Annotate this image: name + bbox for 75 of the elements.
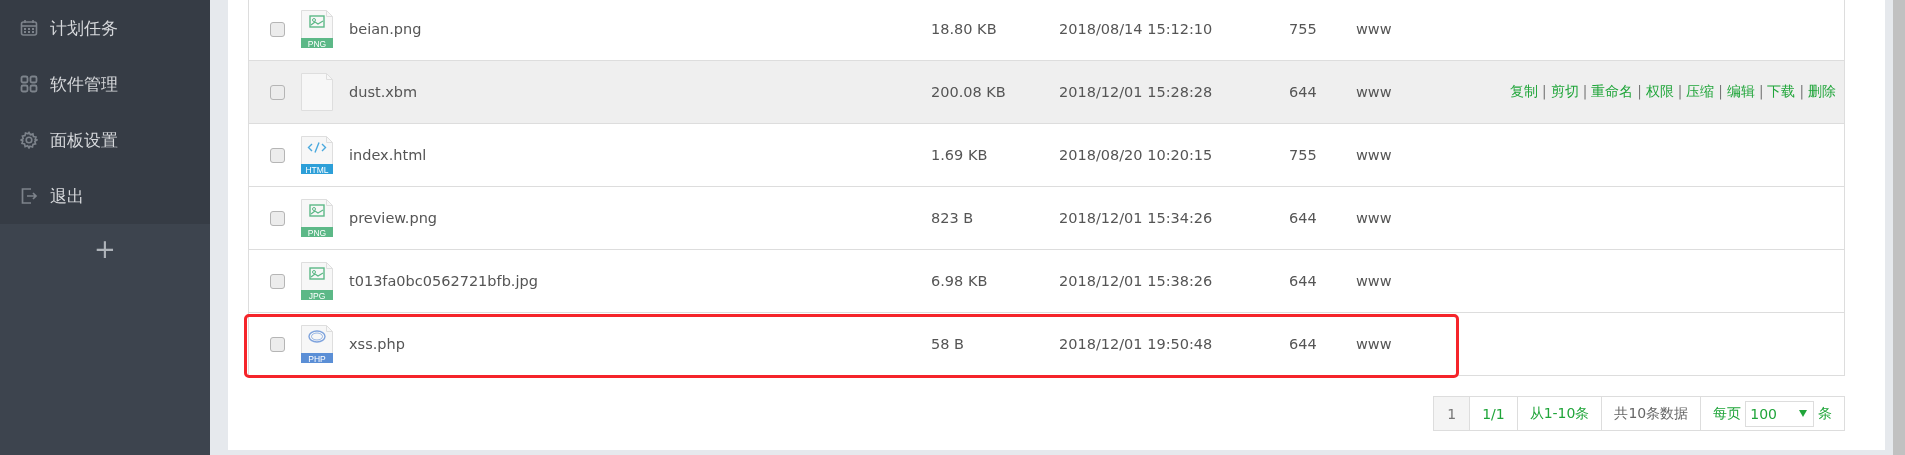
range-text: 从1-10条	[1516, 397, 1602, 430]
total-count: 共10条数据	[1601, 397, 1701, 430]
file-icon: PNG	[301, 199, 333, 237]
file-row[interactable]: PHP xss.php 58 B 2018/12/01 19:50:48 644 www	[249, 313, 1844, 376]
grid-icon	[20, 75, 38, 93]
owner: www	[1356, 84, 1393, 100]
file-name[interactable]: xss.php	[349, 336, 931, 352]
file-icon: JPG	[301, 262, 333, 300]
modified-time: 2018/12/01 15:34:26	[1059, 210, 1214, 226]
file-row[interactable]: PNG preview.png 823 B 2018/12/01 15:34:26 644 www	[249, 187, 1844, 250]
file-icon: HTML	[301, 136, 333, 174]
permission: 644	[1289, 273, 1318, 289]
permission: 644	[1289, 210, 1318, 226]
row-checkbox[interactable]	[269, 210, 285, 226]
sidebar-label: 面板设置	[50, 128, 118, 152]
file-size: 18.80 KB	[931, 21, 998, 37]
file-name[interactable]: index.html	[349, 147, 931, 163]
file-name[interactable]: beian.png	[349, 21, 931, 37]
sidebar-item[interactable]: 退出	[0, 168, 210, 224]
sidebar-label: 退出	[50, 184, 84, 208]
file-icon: PNG	[301, 10, 333, 48]
file-size: 823 B	[931, 210, 975, 226]
permission: 644	[1289, 84, 1318, 100]
page-count: 1/1	[1469, 397, 1517, 430]
file-row[interactable]: dust.xbm 200.08 KB 2018/12/01 15:28:28 644 www 复制 | 剪切 | 重命名 | 权限 | 压缩 | 编辑 | 下载 | 删除	[249, 61, 1844, 124]
settings-icon	[20, 131, 38, 149]
owner: www	[1356, 147, 1393, 163]
modified-time: 2018/08/20 10:20:15	[1059, 147, 1214, 163]
owner: www	[1356, 210, 1393, 226]
per-page-suffix: 条	[1818, 404, 1832, 423]
owner: www	[1356, 21, 1393, 37]
calendar-icon	[20, 19, 38, 37]
scrollbar[interactable]	[1893, 0, 1905, 455]
sidebar-item[interactable]: 软件管理	[0, 56, 210, 112]
file-size: 58 B	[931, 336, 965, 352]
file-name[interactable]: t013fa0bc0562721bfb.jpg	[349, 273, 931, 289]
separator: |	[1542, 83, 1547, 101]
modified-time: 2018/08/14 15:12:10	[1059, 21, 1214, 37]
file-row[interactable]: HTML index.html 1.69 KB 2018/08/20 10:20:15 755 www	[249, 124, 1844, 187]
owner: www	[1356, 273, 1393, 289]
row-checkbox[interactable]	[269, 21, 285, 37]
add-button[interactable]: +	[88, 234, 122, 264]
file-row[interactable]: JPG t013fa0bc0562721bfb.jpg 6.98 KB 2018/12/01 15:38:26 644 www	[249, 250, 1844, 313]
permission: 644	[1289, 336, 1318, 352]
file-icon: PHP	[301, 325, 333, 363]
sidebar-label: 软件管理	[50, 72, 118, 96]
sidebar-label: 计划任务	[50, 16, 118, 40]
separator: |	[1677, 83, 1683, 101]
sidebar-item[interactable]: 面板设置	[0, 112, 210, 168]
sidebar-item[interactable]: 计划任务	[0, 0, 210, 56]
file-size: 1.69 KB	[931, 147, 989, 163]
modified-time: 2018/12/01 19:50:48	[1059, 336, 1214, 352]
permission: 755	[1289, 147, 1318, 163]
separator: |	[1758, 83, 1764, 101]
row-checkbox[interactable]	[269, 84, 285, 100]
row-checkbox[interactable]	[269, 336, 285, 352]
file-icon	[301, 73, 333, 111]
file-name[interactable]: dust.xbm	[349, 84, 931, 100]
separator: |	[1799, 83, 1804, 101]
modified-time: 2018/12/01 15:28:28	[1059, 84, 1214, 100]
separator: |	[1582, 83, 1588, 101]
row-checkbox[interactable]	[269, 147, 285, 163]
row-checkbox[interactable]	[269, 273, 285, 289]
separator: |	[1718, 83, 1723, 101]
separator: |	[1637, 83, 1642, 101]
permission: 755	[1289, 21, 1318, 37]
file-size: 200.08 KB	[931, 84, 1007, 100]
owner: www	[1356, 336, 1393, 352]
modified-time: 2018/12/01 15:38:26	[1059, 273, 1214, 289]
page-button[interactable]: 1	[1434, 397, 1470, 430]
per-page-label: 每页	[1713, 404, 1742, 423]
caret-icon	[1799, 410, 1807, 417]
exit-icon	[20, 187, 38, 205]
file-size: 6.98 KB	[931, 273, 989, 289]
file-name[interactable]: preview.png	[349, 210, 931, 226]
